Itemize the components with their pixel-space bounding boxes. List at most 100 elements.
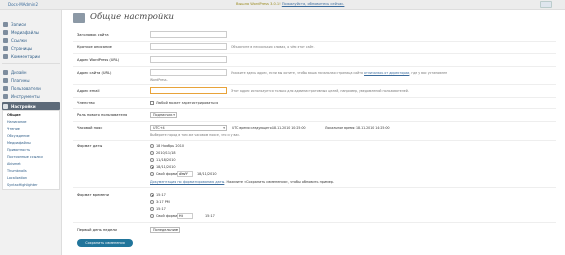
date-format-custom-radio[interactable] [150, 172, 154, 176]
page-icon [3, 45, 8, 51]
sidebar-item-plugins[interactable]: Плагины [2, 76, 60, 84]
timezone-description: Выберите город в том же часовом поясе, ч… [150, 133, 241, 137]
utc-time-value: 18.11.2010 10:25:00 [272, 126, 306, 130]
sidebar-item-comments[interactable]: Комментарии [2, 52, 60, 60]
sidebar-item-pages[interactable]: Страницы [2, 44, 60, 52]
date-format-radio[interactable] [150, 158, 154, 162]
submenu-item-privacy[interactable]: Приватность [7, 148, 30, 152]
time-format-radio[interactable] [150, 200, 154, 204]
sidebar-item-label: Комментарии [11, 53, 40, 59]
date-format-radio-selected[interactable] [150, 165, 154, 169]
site-address-input[interactable] [150, 69, 227, 76]
sidebar-item-label: Настройки [11, 103, 36, 109]
date-format-doc-link[interactable]: Документация по форматированию даты [150, 180, 224, 184]
sidebar-separator [2, 63, 60, 64]
sidebar-item-links[interactable]: Ссылки [2, 36, 60, 44]
date-format-label: Формат даты [77, 144, 103, 148]
update-notice-text: Вышла WordPress 3.0.1! [236, 2, 281, 6]
tagline-input[interactable] [150, 43, 227, 50]
time-format-option: 15:17 [156, 193, 166, 197]
admin-sidebar: Записи Медиафайлы Ссылки Страницы Коммен… [0, 10, 62, 255]
date-format-radio[interactable] [150, 151, 154, 155]
wp-address-input[interactable] [150, 56, 227, 63]
update-notice: Вышла WordPress 3.0.1! Пожалуйста, обнов… [236, 2, 344, 6]
sidebar-item-label: Инструменты [11, 93, 40, 99]
date-format-option: 11/18/2010 [156, 158, 176, 162]
submenu-item-akismet[interactable]: Akismet [7, 162, 21, 166]
wp-address-label: Адрес WordPress (URL) [77, 58, 120, 62]
update-now-link[interactable]: Пожалуйста, обновитесь сейчас. [282, 2, 345, 6]
sidebar-item-label: Плагины [11, 77, 30, 83]
site-address-description-2: WordPress. [150, 78, 168, 82]
row-divider [73, 140, 556, 141]
tagline-description: Объясните в нескольких словах, о чём это… [231, 45, 315, 49]
date-format-option: 2010/11/18 [156, 151, 176, 155]
sidebar-item-settings[interactable]: Настройки [2, 102, 60, 110]
sidebar-item-label: Пользователи [11, 85, 41, 91]
page-title: Общие настройки [90, 12, 174, 22]
row-divider [73, 97, 556, 98]
link-icon [3, 37, 8, 43]
tools-icon [3, 93, 8, 99]
submenu-item-reading[interactable]: Чтение [7, 127, 20, 131]
submenu-item-thumbnails[interactable]: Thumbnails [7, 169, 27, 173]
date-format-help: Документация по форматированию даты. Наж… [150, 180, 334, 184]
blogname-input[interactable] [150, 31, 227, 38]
start-of-week-select[interactable]: Понедельник [150, 227, 180, 233]
site-address-desc-end: , где у вас установлен [409, 71, 448, 75]
submenu-item-media[interactable]: Медиафайлы [7, 141, 31, 145]
row-divider [73, 41, 556, 42]
utc-time-label: UTC время следующего: [232, 126, 273, 130]
time-format-radio-selected[interactable] [150, 193, 154, 197]
date-format-help-text: . Нажмите «Сохранить изменения», чтобы о… [224, 180, 335, 184]
settings-page-icon [73, 13, 85, 23]
site-address-label: Адрес сайта (URL) [77, 71, 112, 75]
pushpin-icon [3, 21, 8, 27]
sidebar-item-label: Ссылки [11, 37, 27, 43]
date-format-radio[interactable] [150, 144, 154, 148]
submenu-item-permalinks[interactable]: Постоянные ссылки [7, 155, 43, 159]
row-divider [73, 108, 556, 109]
default-role-select[interactable]: Подписчик [150, 112, 177, 118]
date-format-custom-input[interactable] [177, 171, 193, 177]
sidebar-item-label: Дизайн [11, 69, 27, 75]
settings-submenu: Общие Написание Чтение Обсуждение Медиаф… [2, 110, 60, 190]
default-role-label: Роль нового пользователя [77, 113, 128, 117]
site-name-link[interactable]: Docs-MAdmin2 [8, 2, 38, 7]
time-format-option: 3:17 PM [156, 200, 170, 204]
sidebar-item-media[interactable]: Медиафайлы [2, 28, 60, 36]
email-description: Этот адрес используется только для админ… [231, 89, 409, 93]
local-time-value: 18.11.2010 14:25:00 [356, 126, 390, 130]
time-format-custom-input[interactable] [177, 213, 193, 219]
submenu-item-localization[interactable]: Localization [7, 176, 27, 180]
sidebar-item-appearance[interactable]: Дизайн [2, 68, 60, 76]
row-divider [73, 121, 556, 122]
membership-option-label: Любой может зарегистрироваться [156, 101, 219, 105]
timezone-select[interactable]: UTC+4 [150, 125, 227, 131]
start-of-week-label: Первый день недели [77, 228, 117, 232]
comments-icon [3, 53, 8, 59]
submenu-item-writing[interactable]: Написание [7, 120, 27, 124]
sidebar-item-users[interactable]: Пользователи [2, 84, 60, 92]
submenu-item-general[interactable]: Общие [7, 113, 21, 117]
users-icon [3, 85, 8, 91]
submenu-item-discussion[interactable]: Обсуждение [7, 134, 30, 138]
row-divider [73, 222, 556, 223]
tagline-label: Краткое описание [77, 45, 112, 49]
media-icon [3, 29, 8, 35]
local-time-label: Локальное время: [325, 126, 356, 130]
time-format-option: 15:17 [156, 207, 166, 211]
save-changes-button[interactable]: Сохранить изменения [77, 239, 133, 247]
sidebar-item-tools[interactable]: Инструменты [2, 92, 60, 100]
time-format-radio[interactable] [150, 207, 154, 211]
sidebar-item-label: Записи [11, 21, 27, 27]
email-input[interactable] [150, 87, 227, 94]
submenu-item-syntaxhighlighter[interactable]: SyntaxHighlighter [7, 183, 38, 187]
membership-checkbox[interactable] [150, 101, 154, 105]
site-address-desc-link[interactable]: отличалась от директории [364, 71, 409, 75]
flag-icon[interactable] [540, 1, 552, 8]
site-address-desc-text: Укажите здесь адрес, если вы хотите, что… [231, 71, 363, 75]
appearance-icon [3, 69, 8, 75]
sidebar-item-posts[interactable]: Записи [2, 20, 60, 28]
time-format-custom-radio[interactable] [150, 214, 154, 218]
